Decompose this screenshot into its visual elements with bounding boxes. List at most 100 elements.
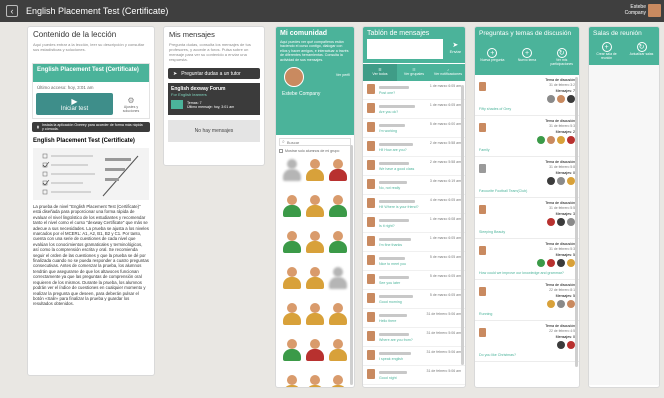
board-post[interactable]: Is it right? 1 de marzo 6:08 am xyxy=(363,214,465,233)
question-item[interactable]: Tema de discusión 31 de febrero 5:3 Mensaj… xyxy=(475,239,579,280)
board-post[interactable]: I speak english 31 de febrero 5:06 am xyxy=(363,347,465,366)
board-post[interactable]: Hello there 31 de febrero 5:06 am xyxy=(363,309,465,328)
questions-heading: Preguntas y temas de discusión xyxy=(479,30,572,37)
chevron-left-icon: ‹ xyxy=(10,6,14,16)
board-post[interactable]: Are you ok? 1 de marzo 6:05 am xyxy=(363,100,465,119)
classmate[interactable] xyxy=(282,339,302,363)
board-post[interactable]: Hi! How are you? 2 de marzo 5:58 am xyxy=(363,138,465,157)
classmate[interactable] xyxy=(282,375,302,387)
board-post[interactable]: I'm fine thanks 1 de marzo 6:05 am xyxy=(363,233,465,252)
classmate[interactable] xyxy=(305,231,325,255)
scrollbar[interactable] xyxy=(575,77,578,367)
board-header: Tablón de mensajes ➤ Enviar xyxy=(363,27,465,63)
classmate[interactable] xyxy=(282,303,302,327)
lesson-panel: Contenido de la lección Aquí puedes entr… xyxy=(27,26,155,376)
board-post[interactable]: Nice to meet you 5 de marzo 6:05 am xyxy=(363,252,465,271)
classmate[interactable] xyxy=(282,267,302,291)
phone-icon: ▮ xyxy=(37,125,39,129)
search-icon: ⌕ xyxy=(282,139,285,145)
test-illustration xyxy=(33,148,149,200)
forum-last: Último mensaje: hoy, 3:01 am xyxy=(187,104,235,109)
play-icon: ▶ xyxy=(71,96,78,106)
classmate[interactable] xyxy=(305,339,325,363)
tab-notifications[interactable]: ♪ Ver notificaciones xyxy=(431,64,465,81)
classmate[interactable] xyxy=(305,195,325,219)
new-question-button[interactable]: + Nueva pregunta xyxy=(477,48,507,66)
rooms-list xyxy=(589,65,659,385)
community-subtitle: Aquí puedes ver qué compañeros están hac… xyxy=(280,40,349,62)
rooms-header: Salas de reunión + Crear sala de reunión … xyxy=(589,27,659,65)
avatar xyxy=(479,287,486,296)
board-post[interactable]: Hi! Where is your friend? 4 de marzo 6:05… xyxy=(363,195,465,214)
board-post[interactable]: Post one? 1 de marzo 6:05 am xyxy=(363,81,465,100)
avatar[interactable] xyxy=(648,4,661,17)
board-post[interactable]: We have a good class 2 de marzo 5:58 am xyxy=(363,157,465,176)
classmate[interactable] xyxy=(305,267,325,291)
classmate[interactable] xyxy=(305,159,325,183)
refresh-icon: ↻ xyxy=(556,48,567,58)
forum-card[interactable]: English dexway Forum For English learner… xyxy=(168,83,260,115)
board-post[interactable]: Good morning 5 de marzo 6:05 am xyxy=(363,290,465,309)
lesson-doc-title: English Placement Test (Certificate) xyxy=(33,138,135,144)
classmate[interactable] xyxy=(305,375,325,387)
avatar xyxy=(479,123,486,132)
board-post[interactable]: No, not really 3 de marzo 6:19 am xyxy=(363,176,465,195)
search-input[interactable] xyxy=(286,139,347,145)
classmate[interactable] xyxy=(328,339,348,363)
board-post[interactable]: Good night 31 de febrero 5:06 am xyxy=(363,366,465,385)
classmate[interactable] xyxy=(328,231,348,255)
lesson-subtitle: Aquí puedes entrar a la lección, leer su… xyxy=(33,42,145,52)
question-item[interactable]: Tema de discusión 31 de febrero 5:5 Mensaj… xyxy=(475,198,579,239)
lesson-heading: Contenido de la lección xyxy=(33,30,117,39)
checkbox[interactable] xyxy=(279,149,283,153)
board-feed: Post one? 1 de marzo 6:05 am Are you ok? 1… xyxy=(363,81,465,387)
settings-solutions-button[interactable]: ⚙ Ajustes y soluciones xyxy=(116,93,146,115)
my-posts-button[interactable]: ↻ Ver mis participaciones xyxy=(547,48,577,66)
board-input[interactable] xyxy=(367,39,443,59)
lesson-card-title: English Placement Test (Certificate) xyxy=(33,64,149,82)
scrollbar[interactable] xyxy=(350,145,353,385)
tab-groups[interactable]: ☷ Ver grupales xyxy=(397,64,431,81)
send-button[interactable]: ➤ Enviar xyxy=(450,41,461,54)
classmate[interactable] xyxy=(328,195,348,219)
plus-icon: + xyxy=(487,48,498,58)
question-item[interactable]: Tema de discusión 31 de febrero 5:3 Mensaj… xyxy=(475,116,579,157)
refresh-icon: ↻ xyxy=(636,42,647,52)
messages-heading: Mis mensajes xyxy=(169,30,215,39)
rooms-heading: Salas de reunión xyxy=(593,30,642,37)
classmate[interactable] xyxy=(282,195,302,219)
search-bar[interactable]: ⌕ xyxy=(279,138,351,146)
classmate[interactable] xyxy=(328,267,348,291)
create-room-button[interactable]: + Crear sala de reunión xyxy=(592,42,622,60)
classmate[interactable] xyxy=(328,159,348,183)
classmate[interactable] xyxy=(328,303,348,327)
main-area: Contenido de la lección Aquí puedes entr… xyxy=(0,22,664,398)
board-post[interactable]: I'm working 5 de marzo 6:00 am xyxy=(363,119,465,138)
question-item[interactable]: Tema de discusión 31 de febrero 3:2 Mensaj… xyxy=(475,75,579,116)
tab-all[interactable]: ☰ Ver todos xyxy=(363,64,397,81)
avatar xyxy=(479,82,486,91)
scrollbar[interactable] xyxy=(461,85,464,365)
rooms-panel: Salas de reunión + Crear sala de reunión … xyxy=(588,26,660,388)
classmate[interactable] xyxy=(328,375,348,387)
profile-avatar[interactable] xyxy=(284,67,304,87)
ask-tutor-button[interactable]: ➤ Preguntar dudas a un tutor xyxy=(168,68,260,79)
board-post[interactable]: See you later 5 de marzo 6:05 am xyxy=(363,271,465,290)
board-post[interactable]: Where are you from? 31 de febrero 5:06 am xyxy=(363,328,465,347)
back-button[interactable]: ‹ xyxy=(6,5,18,17)
question-item[interactable]: Tema de discusión 22 de febrero 8:1 Mensaj… xyxy=(475,280,579,321)
new-topic-button[interactable]: + Nuevo tema xyxy=(512,48,542,66)
classmate[interactable] xyxy=(282,159,302,183)
view-profile-link[interactable]: Ver perfil xyxy=(336,73,350,77)
install-app-banner[interactable]: ▮ Instala la aplicación Oxeeey para acce… xyxy=(32,122,150,132)
start-test-button[interactable]: ▶ Iniciar test xyxy=(36,93,113,115)
lesson-card: English Placement Test (Certificate) Últ… xyxy=(32,63,150,119)
refresh-rooms-button[interactable]: ↻ Actualizar salas xyxy=(627,42,657,60)
send-icon: ➤ xyxy=(452,42,459,49)
classmate[interactable] xyxy=(305,303,325,327)
lesson-description: La prueba de nivel "English Placement Te… xyxy=(33,204,149,307)
question-item[interactable]: Tema de discusión 22 de febrero 4:5 Mensaj… xyxy=(475,321,579,362)
questions-list: Tema de discusión 31 de febrero 3:2 Mensaj… xyxy=(475,75,579,385)
question-item[interactable]: Tema de discusión 31 de febrero 5:8 Mensaj… xyxy=(475,157,579,198)
classmate[interactable] xyxy=(282,231,302,255)
